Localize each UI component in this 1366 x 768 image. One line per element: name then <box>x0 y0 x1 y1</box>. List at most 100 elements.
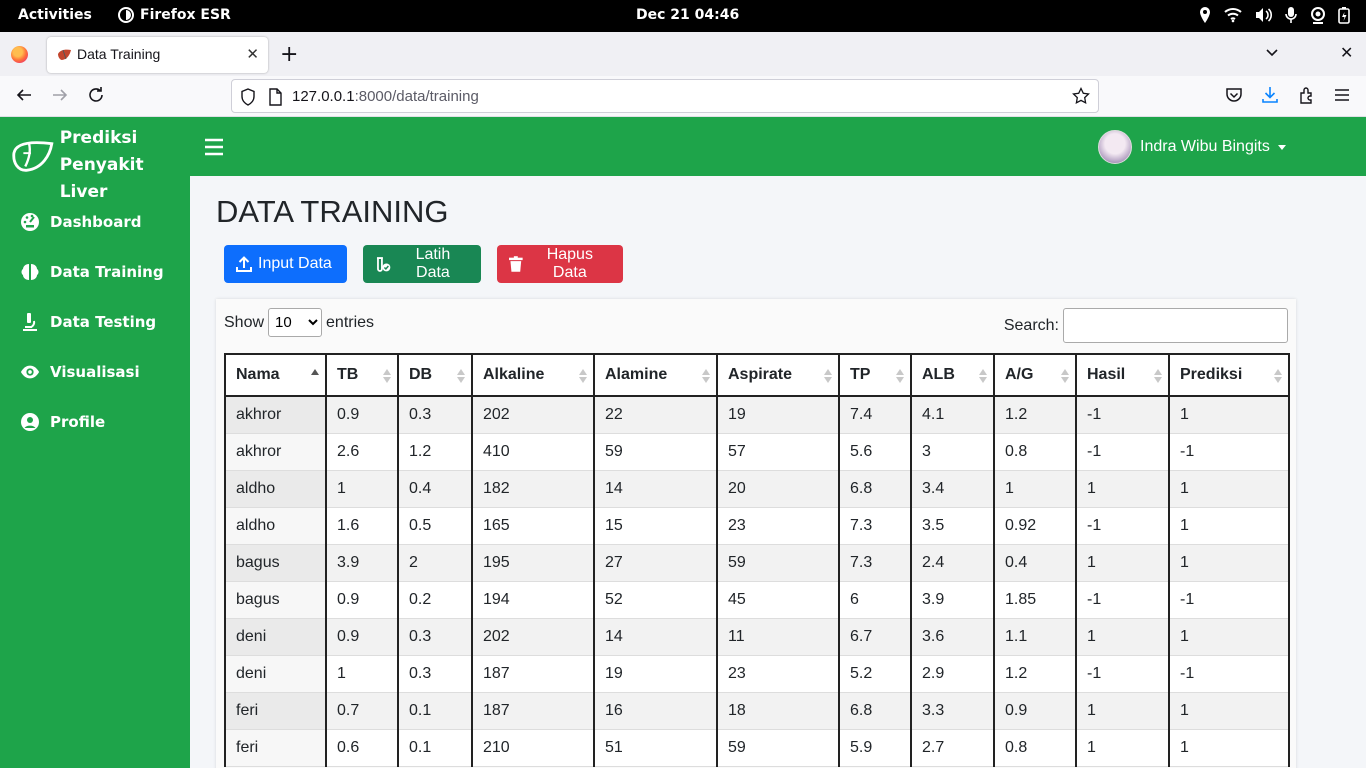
column-header-label: TP <box>850 366 871 383</box>
table-row[interactable]: feri 0.7 0.1 187 16 18 6.8 3.3 0.9 1 1 <box>224 691 1290 730</box>
table-row[interactable]: aldho 1 0.4 182 14 20 6.8 3.4 1 1 1 <box>224 469 1290 508</box>
sidebar-toggle-icon[interactable] <box>205 138 223 156</box>
table-cell: 1 <box>1168 543 1290 582</box>
search-control: Search: <box>1004 308 1288 343</box>
table-cell: 3.9 <box>325 543 399 582</box>
column-header-alamine[interactable]: Alamine <box>593 353 718 397</box>
column-header-nama[interactable]: Nama <box>224 353 327 397</box>
show-label: Show <box>224 313 265 331</box>
system-top-bar: Activities Firefox ESR Dec 21 04:46 <box>0 0 1366 32</box>
table-cell: 0.4 <box>397 469 473 508</box>
address-bar[interactable]: 127.0.0.1:8000/data/training <box>231 79 1099 113</box>
table-row[interactable]: akhror 2.6 1.2 410 59 57 5.6 3 0.8 -1 -1 <box>224 432 1290 471</box>
url-text[interactable]: 127.0.0.1:8000/data/training <box>292 88 479 105</box>
table-cell: 14 <box>593 469 718 508</box>
sidebar-item-profile[interactable]: Profile <box>0 397 190 447</box>
table-cell: 6.8 <box>838 469 912 508</box>
column-header-tb[interactable]: TB <box>325 353 399 397</box>
input-data-button[interactable]: Input Data <box>224 245 347 283</box>
extensions-icon[interactable] <box>1298 86 1316 104</box>
url-path: :8000/data/training <box>354 88 479 105</box>
table-cell: 2.4 <box>910 543 995 582</box>
user-dropdown[interactable]: Indra Wibu Bingits <box>1098 130 1286 164</box>
table-cell: 202 <box>471 395 595 434</box>
table-cell: aldho <box>224 469 327 508</box>
search-input[interactable] <box>1063 308 1288 343</box>
column-header-label: Alkaline <box>483 366 545 383</box>
sort-icon <box>824 369 832 383</box>
table-cell: 19 <box>593 654 718 693</box>
page-title: DATA TRAINING <box>216 194 449 229</box>
sort-icon <box>1154 369 1162 383</box>
brand-line-1: Prediksi <box>59 128 138 148</box>
firefox-view-icon[interactable] <box>11 46 28 63</box>
back-icon[interactable] <box>15 86 33 104</box>
table-cell: -1 <box>1075 506 1170 545</box>
table-row[interactable]: bagus 3.9 2 195 27 59 7.3 2.4 0.4 1 1 <box>224 543 1290 582</box>
tracking-protection-icon[interactable] <box>240 88 256 106</box>
column-header-db[interactable]: DB <box>397 353 473 397</box>
table-cell: 1 <box>1075 728 1170 767</box>
downloads-icon[interactable] <box>1261 86 1279 104</box>
bookmark-star-icon[interactable] <box>1072 87 1090 105</box>
table-cell: -1 <box>1168 580 1290 619</box>
column-header-tp[interactable]: TP <box>838 353 912 397</box>
user-icon <box>20 412 40 432</box>
new-tab-button[interactable]: + <box>280 42 298 67</box>
sidebar-item-data-training[interactable]: Data Training <box>0 247 190 297</box>
trash-icon <box>509 256 523 272</box>
entries-label: entries <box>326 313 375 331</box>
sidebar-item-dashboard[interactable]: Dashboard <box>0 197 190 247</box>
browser-tab[interactable]: Data Training ✕ <box>47 37 268 73</box>
latih-data-button[interactable]: Latih Data <box>363 245 481 283</box>
activities-button[interactable]: Activities <box>18 7 92 23</box>
column-header-label: Hasil <box>1087 366 1126 383</box>
table-cell: 3.4 <box>910 469 995 508</box>
forward-icon[interactable] <box>51 86 69 104</box>
brain-icon <box>20 262 40 282</box>
column-header-hasil[interactable]: Hasil <box>1075 353 1170 397</box>
table-row[interactable]: deni 1 0.3 187 19 23 5.2 2.9 1.2 -1 -1 <box>224 654 1290 693</box>
avatar <box>1098 130 1132 164</box>
table-cell: 6.7 <box>838 617 912 656</box>
table-cell: 202 <box>471 617 595 656</box>
table-cell: 1 <box>325 469 399 508</box>
table-cell: 2.9 <box>910 654 995 693</box>
sidebar-item-data-testing[interactable]: Data Testing <box>0 297 190 347</box>
pocket-icon[interactable] <box>1225 86 1243 104</box>
column-header-alb[interactable]: ALB <box>910 353 995 397</box>
column-header-ag[interactable]: A/G <box>993 353 1077 397</box>
app-menu[interactable]: Firefox ESR <box>118 7 231 23</box>
sort-icon <box>1061 369 1069 383</box>
sidebar-item-label: Data Training <box>50 263 164 281</box>
tab-close-icon[interactable]: ✕ <box>246 45 259 63</box>
location-icon <box>1200 7 1210 23</box>
column-header-alkaline[interactable]: Alkaline <box>471 353 595 397</box>
table-header-row: Nama TB DB Alkaline Alamine Aspirate TP … <box>224 353 1290 397</box>
table-row[interactable]: bagus 0.9 0.2 194 52 45 6 3.9 1.85 -1 -1 <box>224 580 1290 619</box>
table-cell: 0.9 <box>325 395 399 434</box>
column-header-label: Aspirate <box>728 366 793 383</box>
table-cell: akhror <box>224 395 327 434</box>
table-cell: 20 <box>716 469 840 508</box>
hapus-data-button[interactable]: Hapus Data <box>497 245 623 283</box>
table-row[interactable]: deni 0.9 0.3 202 14 11 6.7 3.6 1.1 1 1 <box>224 617 1290 656</box>
system-tray[interactable] <box>1198 6 1350 24</box>
table-row[interactable]: akhror 0.9 0.3 202 22 19 7.4 4.1 1.2 -1 1 <box>224 395 1290 434</box>
list-all-tabs-icon[interactable] <box>1264 44 1280 60</box>
column-header-prediksi[interactable]: Prediksi <box>1168 353 1290 397</box>
table-row[interactable]: aldho 1.6 0.5 165 15 23 7.3 3.5 0.92 -1 1 <box>224 506 1290 545</box>
window-close-icon[interactable]: ✕ <box>1340 43 1353 62</box>
table-row[interactable]: feri 0.6 0.1 210 51 59 5.9 2.7 0.8 1 1 <box>224 728 1290 767</box>
sidebar-item-visualisasi[interactable]: Visualisasi <box>0 347 190 397</box>
table-cell: 45 <box>716 580 840 619</box>
reload-icon[interactable] <box>87 86 105 104</box>
app-menu-icon[interactable] <box>1334 86 1350 104</box>
url-host: 127.0.0.1 <box>292 88 355 105</box>
column-header-aspirate[interactable]: Aspirate <box>716 353 840 397</box>
page-info-icon[interactable] <box>268 88 282 106</box>
clock[interactable]: Dec 21 04:46 <box>636 7 739 23</box>
brand[interactable]: Prediksi Penyakit Liver <box>12 125 190 206</box>
table-cell: 59 <box>716 543 840 582</box>
page-length-select[interactable]: 10 <box>268 308 323 337</box>
